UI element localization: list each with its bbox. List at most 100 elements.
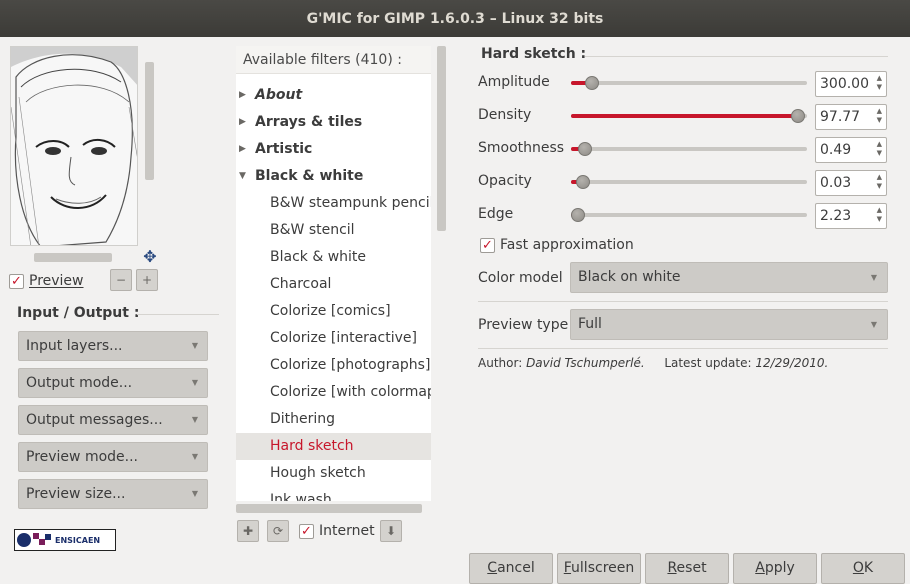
preview-image[interactable] [10, 46, 138, 246]
separator [585, 56, 888, 57]
dropdown-arrow-icon: ▼ [870, 273, 877, 282]
density-spinbox[interactable]: 97.77 ▲ ▼ [815, 104, 887, 130]
fullscreen-button[interactable]: Fullscreen [557, 553, 641, 584]
filter-item[interactable]: Charcoal [236, 271, 431, 298]
filter-item[interactable]: Colorize [comics] [236, 298, 431, 325]
filter-item[interactable]: Ink wash [236, 487, 431, 501]
param-opacity: Opacity 0.03 ▲ ▼ [478, 170, 888, 196]
author-info: Author: David Tschumperlé. Latest update… [478, 356, 829, 370]
author-name: David Tschumperlé. [526, 356, 645, 370]
preview-type-select[interactable]: Full ▼ [570, 309, 888, 340]
amplitude-spinbox[interactable]: 300.00 ▲ ▼ [815, 71, 887, 97]
fast-approximation-checkbox[interactable]: ✓ [480, 237, 495, 253]
filter-item-selected[interactable]: Hard sketch [236, 433, 431, 460]
gmic-dialog: ✥ ✓ Preview − + Input / Output : Input l… [0, 37, 910, 584]
download-filters-button[interactable]: ⬇ [380, 520, 402, 542]
opacity-slider[interactable] [571, 175, 807, 189]
filter-item[interactable]: Black & white [236, 244, 431, 271]
expand-arrow-icon[interactable]: ▶ [239, 82, 246, 109]
separator [478, 301, 888, 302]
slider-knob[interactable] [571, 208, 586, 222]
dropdown-arrow-icon: ▼ [191, 452, 198, 461]
collapse-arrow-icon[interactable]: ▼ [239, 163, 246, 190]
preview-horizontal-scrollbar[interactable] [34, 253, 112, 262]
cancel-button[interactable]: Cancel [469, 553, 553, 584]
zoom-in-icon: + [141, 273, 153, 287]
color-model-label: Color model [478, 270, 563, 286]
filter-tree[interactable]: Available filters (410) : ▶ About ▶ Arrays… [236, 46, 431, 501]
filter-item[interactable]: Colorize [interactive] [236, 325, 431, 352]
spin-arrows-icon[interactable]: ▲ ▼ [877, 74, 882, 92]
preview-vertical-scrollbar[interactable] [145, 62, 154, 180]
amplitude-slider[interactable] [571, 76, 807, 90]
filter-vertical-scrollbar[interactable] [437, 46, 446, 231]
filter-category-about[interactable]: ▶ About [236, 82, 431, 109]
param-label: Smoothness [478, 140, 565, 156]
filter-item[interactable]: B&W stencil [236, 217, 431, 244]
param-label: Edge [478, 206, 514, 222]
params-title: Hard sketch : [481, 46, 587, 62]
filter-item[interactable]: Hough sketch [236, 460, 431, 487]
opacity-spinbox[interactable]: 0.03 ▲ ▼ [815, 170, 887, 196]
internet-checkbox-row[interactable]: ✓ Internet [299, 523, 375, 539]
spin-arrows-icon[interactable]: ▲ ▼ [877, 107, 882, 125]
ensicaen-logo[interactable]: ENSICAEN [14, 529, 116, 551]
apply-button[interactable]: Apply [733, 553, 817, 584]
color-model-select[interactable]: Black on white ▼ [570, 262, 888, 293]
param-smoothness: Smoothness 0.49 ▲ ▼ [478, 137, 888, 163]
param-label: Opacity [478, 173, 532, 189]
preview-checkbox-row[interactable]: ✓ Preview [9, 273, 84, 289]
smoothness-spinbox[interactable]: 0.49 ▲ ▼ [815, 137, 887, 163]
output-mode-dropdown[interactable]: Output mode... ▼ [18, 368, 208, 398]
zoom-out-icon: − [115, 273, 127, 287]
filter-list-header: Available filters (410) : [236, 46, 431, 74]
smoothness-slider[interactable] [571, 142, 807, 156]
preview-checkbox[interactable]: ✓ [9, 273, 24, 289]
param-label: Amplitude [478, 74, 550, 90]
refresh-filters-button[interactable]: ⟳ [267, 520, 289, 542]
preview-size-dropdown[interactable]: Preview size... ▼ [18, 479, 208, 509]
preview-label: Preview [29, 273, 84, 289]
filter-item[interactable]: Dithering [236, 406, 431, 433]
fast-approximation-row[interactable]: ✓ Fast approximation [480, 237, 634, 253]
expand-arrow-icon[interactable]: ▶ [239, 136, 246, 163]
slider-knob[interactable] [790, 109, 805, 123]
slider-knob[interactable] [585, 76, 600, 90]
input-layers-dropdown[interactable]: Input layers... ▼ [18, 331, 208, 361]
separator [137, 314, 219, 315]
filter-horizontal-scrollbar[interactable] [236, 504, 422, 513]
add-filter-button[interactable]: ✚ [237, 520, 259, 542]
edge-spinbox[interactable]: 2.23 ▲ ▼ [815, 203, 887, 229]
filter-item[interactable]: B&W steampunk pencil [236, 190, 431, 217]
update-date: 12/29/2010. [755, 356, 829, 370]
zoom-out-button[interactable]: − [110, 269, 132, 291]
filter-item[interactable]: Colorize [with colormap] [236, 379, 431, 406]
spin-arrows-icon[interactable]: ▲ ▼ [877, 206, 882, 224]
preview-mode-dropdown[interactable]: Preview mode... ▼ [18, 442, 208, 472]
spin-arrows-icon[interactable]: ▲ ▼ [877, 173, 882, 191]
move-icon[interactable]: ✥ [142, 249, 158, 265]
reset-button[interactable]: Reset [645, 553, 729, 584]
filter-item[interactable]: Colorize [photographs] [236, 352, 431, 379]
zoom-in-button[interactable]: + [136, 269, 158, 291]
dropdown-arrow-icon: ▼ [870, 320, 877, 329]
spin-arrows-icon[interactable]: ▲ ▼ [877, 140, 882, 158]
filter-category-arrays-tiles[interactable]: ▶ Arrays & tiles [236, 109, 431, 136]
param-edge: Edge 2.23 ▲ ▼ [478, 203, 888, 229]
refresh-icon: ⟳ [272, 524, 284, 538]
output-messages-dropdown[interactable]: Output messages... ▼ [18, 405, 208, 435]
ok-button[interactable]: OK [821, 553, 905, 584]
title-bar: G'MIC for GIMP 1.6.0.3 – Linux 32 bits [0, 0, 910, 37]
param-amplitude: Amplitude 300.00 ▲ ▼ [478, 71, 888, 97]
edge-slider[interactable] [571, 208, 807, 222]
download-icon: ⬇ [385, 524, 397, 538]
internet-checkbox[interactable]: ✓ [299, 523, 314, 539]
filter-category-artistic[interactable]: ▶ Artistic [236, 136, 431, 163]
dropdown-arrow-icon: ▼ [191, 489, 198, 498]
dropdown-arrow-icon: ▼ [191, 341, 198, 350]
slider-knob[interactable] [575, 175, 590, 189]
density-slider[interactable] [571, 109, 807, 123]
filter-category-black-white[interactable]: ▼ Black & white [236, 163, 431, 190]
expand-arrow-icon[interactable]: ▶ [239, 109, 246, 136]
slider-knob[interactable] [578, 142, 593, 156]
